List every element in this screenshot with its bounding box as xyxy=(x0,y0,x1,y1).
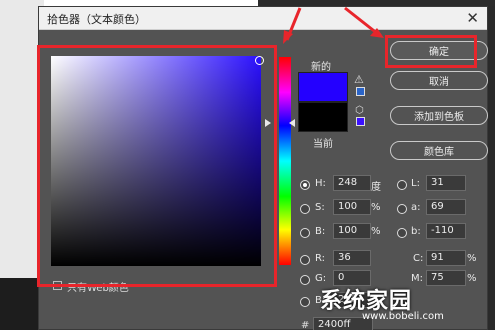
b-label: B: xyxy=(315,226,326,237)
cube-icon: ⬡ xyxy=(355,105,364,116)
c-unit: % xyxy=(467,253,477,264)
r-label: R: xyxy=(315,253,326,264)
s-field[interactable]: 100 xyxy=(333,199,371,215)
c-field[interactable]: 91 xyxy=(426,250,466,266)
current-color-swatch[interactable] xyxy=(298,102,348,132)
radio-blue[interactable] xyxy=(300,297,310,307)
web-safe-swatch[interactable] xyxy=(356,117,365,126)
radio-l[interactable] xyxy=(397,180,407,190)
gamut-warning-swatch[interactable] xyxy=(356,87,365,96)
dialog-titlebar: 拾色器（文本颜色） ✕ xyxy=(39,7,487,30)
b-unit: % xyxy=(371,226,381,237)
a-label: a: xyxy=(411,202,421,213)
l-label: L: xyxy=(411,178,420,189)
c-label: C: xyxy=(413,253,424,264)
cancel-button[interactable]: 取消 xyxy=(390,71,488,90)
radio-a[interactable] xyxy=(397,204,407,214)
h-field[interactable]: 248 xyxy=(333,175,371,191)
hue-slider-handle-right[interactable] xyxy=(289,119,295,127)
m-label: M: xyxy=(411,273,423,284)
l-field[interactable]: 31 xyxy=(426,175,466,191)
ok-button-highlight xyxy=(385,35,477,68)
current-color-label: 当前 xyxy=(313,139,333,150)
screenshot: 拾色器（文本颜色） ✕ 新的 当前 ⚠ ⬡ 确定 取消 添加到色板 颜色库 H:… xyxy=(0,0,495,330)
color-field-highlight xyxy=(37,45,277,287)
r-field[interactable]: 36 xyxy=(333,250,371,266)
m-unit: % xyxy=(467,273,477,284)
h-unit: 度 xyxy=(371,182,381,193)
new-color-swatch xyxy=(298,72,348,102)
hue-slider[interactable] xyxy=(279,57,291,265)
s-unit: % xyxy=(371,202,381,213)
m-field[interactable]: 75 xyxy=(426,270,466,286)
h-label: H: xyxy=(315,178,326,189)
hex-label: # xyxy=(301,320,310,330)
add-to-swatches-button[interactable]: 添加到色板 xyxy=(390,106,488,125)
radio-b[interactable] xyxy=(300,228,310,238)
radio-lab-b[interactable] xyxy=(397,228,407,238)
radio-h[interactable] xyxy=(300,180,310,190)
warning-icon: ⚠ xyxy=(354,73,364,86)
radio-g[interactable] xyxy=(300,275,310,285)
close-icon[interactable]: ✕ xyxy=(466,9,479,27)
b-field[interactable]: 100 xyxy=(333,223,371,239)
radio-r[interactable] xyxy=(300,255,310,265)
watermark-site: www.bobeli.com xyxy=(362,311,444,322)
dialog-title: 拾色器（文本颜色） xyxy=(47,13,146,26)
color-libraries-button[interactable]: 颜色库 xyxy=(390,141,488,160)
radio-s[interactable] xyxy=(300,204,310,214)
lab-b-field[interactable]: -110 xyxy=(426,223,466,239)
new-color-label: 新的 xyxy=(311,62,331,73)
lab-b-label: b: xyxy=(411,226,421,237)
a-field[interactable]: 69 xyxy=(426,199,466,215)
s-label: S: xyxy=(315,202,325,213)
